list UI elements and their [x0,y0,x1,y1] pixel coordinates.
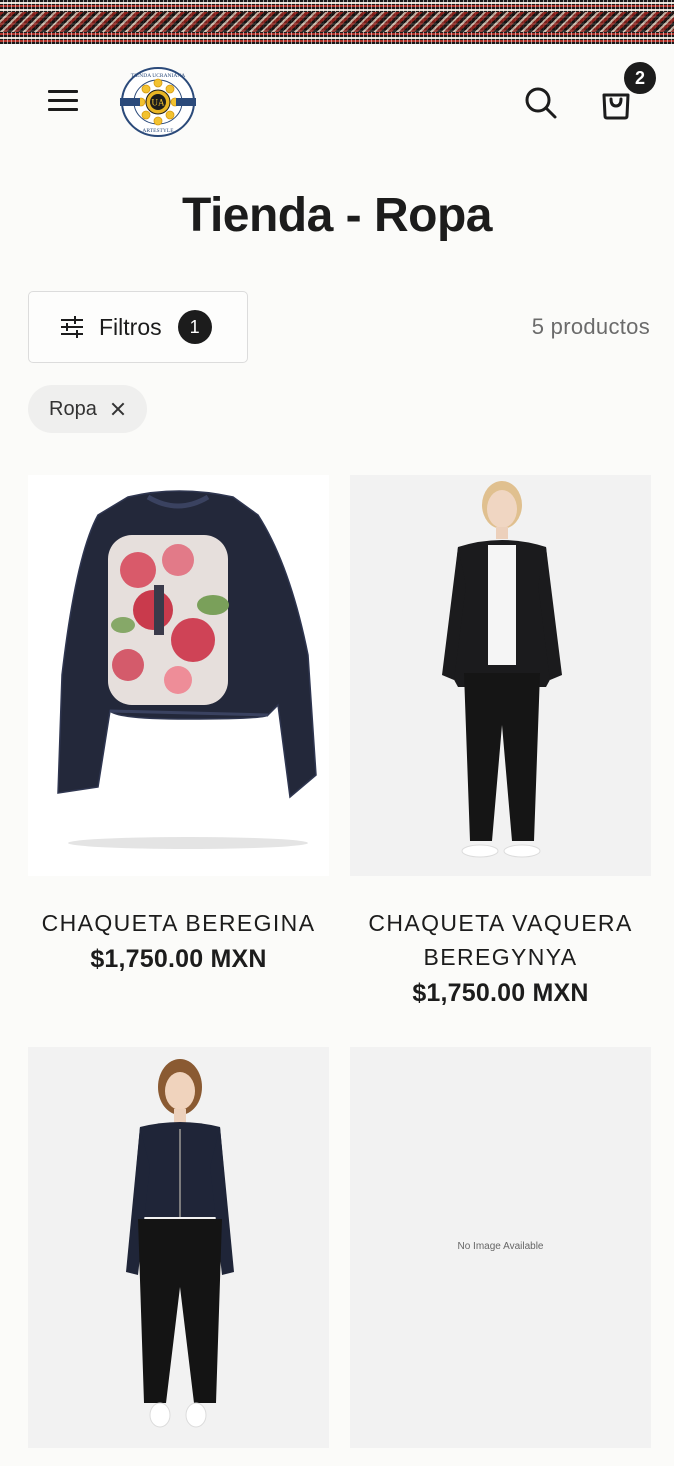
svg-text:ARTESTYLE: ARTESTYLE [142,128,174,134]
filters-label: Filtros [99,313,162,340]
product-price: $1,750.00 MXN [412,979,589,1007]
filters-count-badge: 1 [177,310,212,344]
no-image-text: No Image Available [457,1241,544,1252]
store-logo[interactable]: UA TIENDA UCRANIANA ARTESTYLE [118,66,198,138]
product-card[interactable]: CHAQUETA VAQUERA BEREGYNYA $1,750.00 MXN [350,475,651,1008]
product-price: $1,750.00 MXN [90,945,267,973]
filters-button[interactable]: Filtros 1 [28,291,248,363]
product-image-placeholder[interactable]: No Image Available [350,1047,651,1448]
site-header: UA TIENDA UCRANIANA ARTESTYLE 2 [0,44,674,164]
svg-text:UA: UA [152,98,165,108]
filter-chip-label: Ropa [49,397,97,420]
search-icon[interactable] [522,84,558,120]
svg-text:TIENDA UCRANIANA: TIENDA UCRANIANA [131,73,186,79]
page-title: Tienda - Ropa [182,189,492,242]
product-card[interactable]: CHAQUETA BEREGINA $1,750.00 MXN [28,475,329,974]
product-card[interactable]: No Image Available [350,1047,651,1448]
sliders-icon [59,315,85,339]
product-card[interactable] [28,1047,329,1448]
product-image[interactable] [28,475,329,876]
product-title[interactable]: CHAQUETA BEREGINA [28,906,329,940]
product-count: 5 productos [531,314,650,339]
menu-icon[interactable] [48,90,78,116]
active-filter-chip[interactable]: Ropa [28,385,147,433]
product-image[interactable] [350,475,651,876]
close-icon[interactable] [111,402,125,416]
embroidery-ornament-banner [0,0,674,44]
cart-count-badge: 2 [622,60,658,96]
product-title[interactable]: CHAQUETA VAQUERA BEREGYNYA [350,906,651,974]
product-image[interactable] [28,1047,329,1448]
